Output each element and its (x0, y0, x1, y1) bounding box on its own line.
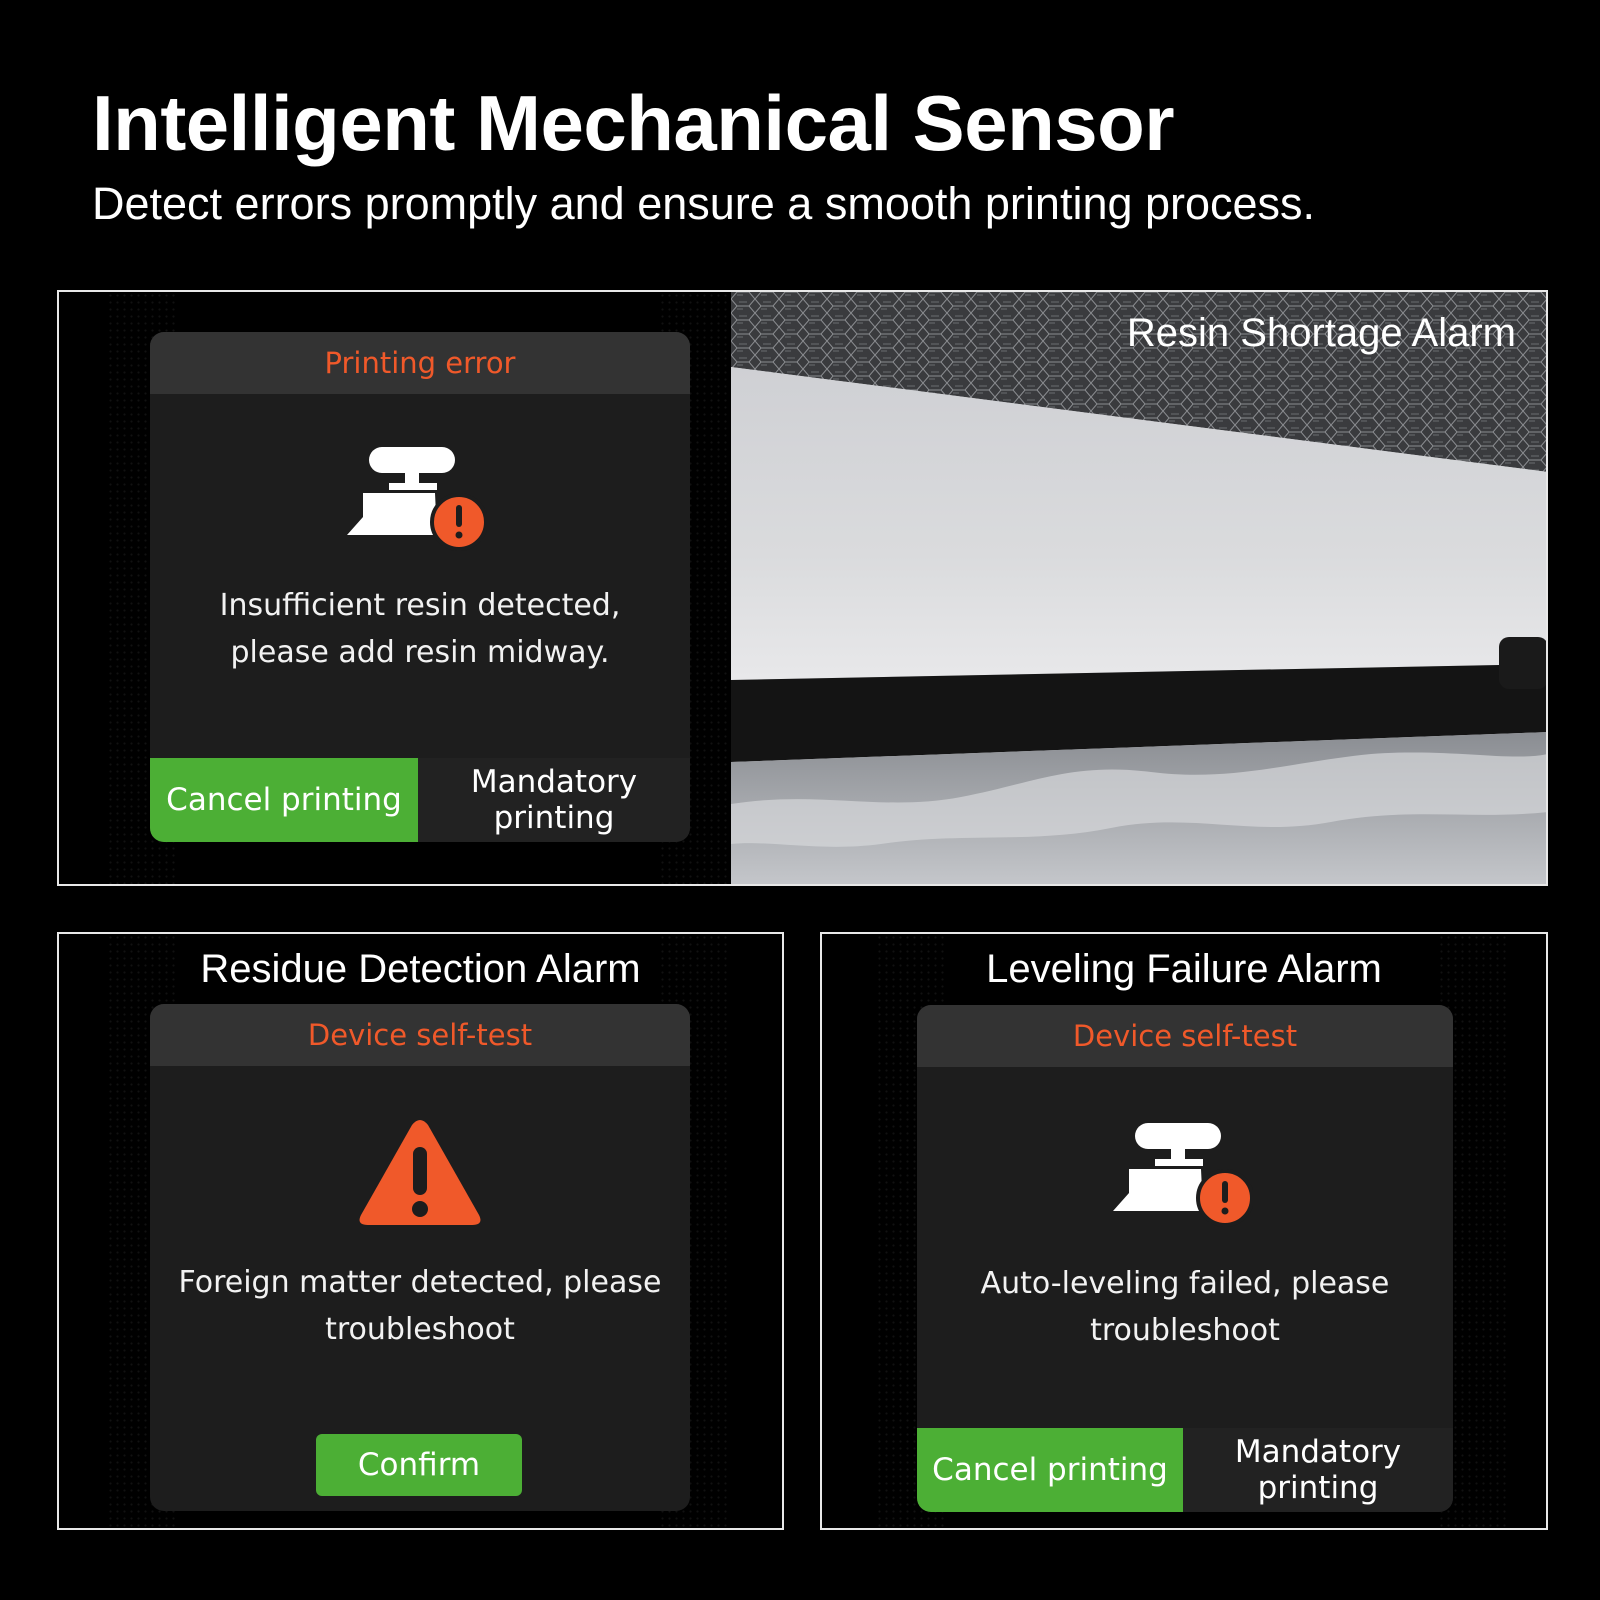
page-subtitle: Detect errors promptly and ensure a smoo… (92, 178, 1316, 229)
warning-triangle-icon (359, 1120, 481, 1225)
resin-vat-image (731, 292, 1546, 884)
printer-screen: Printing error Insufficient resin detect… (150, 332, 690, 842)
mandatory-printing-label: printing (493, 800, 615, 836)
mandatory-printing-button[interactable]: Mandatory printing (1183, 1428, 1453, 1512)
printer-screen: Device self-test Auto-leveling failed, p… (917, 1005, 1453, 1512)
page-title: Intelligent Mechanical Sensor (92, 79, 1175, 167)
printer-screen: Device self-test Foreign matter detected… (150, 1004, 690, 1511)
alert-message-line: Insufficient resin detected, (219, 588, 621, 623)
alert-message: Auto-leveling failed, please troubleshoo… (917, 1260, 1453, 1354)
confirm-button[interactable]: Confirm (316, 1434, 522, 1496)
alert-message-line: please add resin midway. (230, 635, 610, 670)
printer-warning-icon (1113, 1123, 1253, 1227)
mandatory-printing-label: Mandatory (1234, 1434, 1402, 1470)
cancel-printing-button[interactable]: Cancel printing (917, 1428, 1183, 1512)
alert-message-line: Foreign matter detected, please (178, 1265, 662, 1300)
leveling-failure-panel: Leveling Failure Alarm Device self-test … (820, 932, 1548, 1530)
button-row: Cancel printing Mandatory printing (917, 1428, 1453, 1512)
alert-message-line: Auto-leveling failed, please (980, 1266, 1390, 1301)
alert-message-line: troubleshoot (325, 1312, 515, 1347)
residue-detection-panel: Residue Detection Alarm Device self-test… (57, 932, 784, 1530)
screen-header: Printing error (150, 332, 690, 394)
mandatory-printing-label: printing (1257, 1470, 1379, 1506)
resin-shortage-panel: Printing error Insufficient resin detect… (57, 290, 1548, 886)
alert-message: Insufficient resin detected, please add … (150, 582, 690, 676)
alert-message-line: troubleshoot (1090, 1313, 1280, 1348)
alert-message: Foreign matter detected, please troubles… (150, 1259, 690, 1353)
mandatory-printing-button[interactable]: Mandatory printing (418, 758, 690, 842)
panel-title: Leveling Failure Alarm (986, 947, 1382, 991)
mandatory-printing-label: Mandatory (470, 764, 638, 800)
cancel-printing-button[interactable]: Cancel printing (150, 758, 418, 842)
resin-vat-photo: Resin Shortage Alarm (731, 292, 1546, 884)
panel-title: Residue Detection Alarm (200, 947, 641, 991)
printer-warning-icon (347, 447, 487, 551)
screen-header: Device self-test (150, 1004, 690, 1066)
button-row: Cancel printing Mandatory printing (150, 758, 690, 842)
screen-header: Device self-test (917, 1005, 1453, 1067)
panel-title: Resin Shortage Alarm (1126, 311, 1516, 355)
